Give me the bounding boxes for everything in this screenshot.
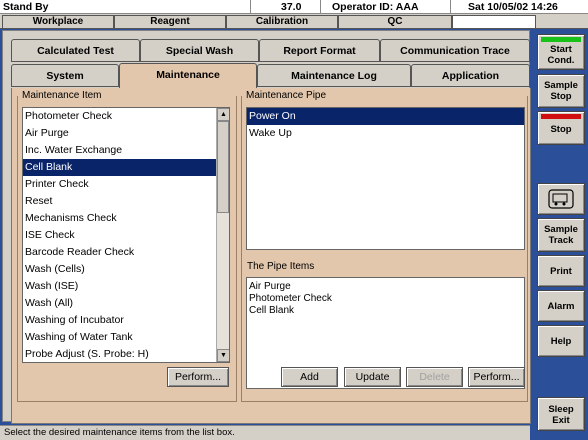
scroll-up-icon[interactable]: ▲ (217, 108, 229, 121)
maintenance-pipe-label: Maintenance Pipe (246, 90, 327, 101)
scroll-thumb[interactable] (217, 121, 229, 213)
maintenance-pipe-list[interactable]: Power On Wake Up (246, 107, 525, 250)
add-button[interactable]: Add (281, 367, 338, 387)
date-time: Sat 10/05/02 14:26 (468, 1, 558, 13)
maintenance-item[interactable]: Air Purge (23, 125, 217, 142)
tab-communication-trace[interactable]: Communication Trace (380, 39, 530, 62)
tab-special-wash[interactable]: Special Wash (140, 39, 259, 62)
maintenance-item[interactable]: Printer Check (23, 176, 217, 193)
utility-panel: Calculated Test Special Wash Report Form… (2, 30, 531, 424)
sample-track-icon-button[interactable] (537, 183, 585, 215)
maintenance-item[interactable]: ISE Check (23, 227, 217, 244)
rack-icon (548, 189, 574, 209)
maintenance-content: Maintenance Item Photometer Check Air Pur… (11, 88, 531, 424)
update-button[interactable]: Update (344, 367, 401, 387)
maintenance-item[interactable]: Wash (Cells) (23, 261, 217, 278)
tab-calculated-test[interactable]: Calculated Test (11, 39, 140, 62)
maintenance-item[interactable]: Cell Blank (23, 159, 217, 176)
help-button[interactable]: Help (537, 325, 585, 357)
pipe-item: Photometer Check (249, 293, 332, 304)
maintenance-item[interactable]: Probe Adjust (S. Probe: H) (23, 346, 217, 362)
top-navigation: Workplace Reagent Calibration QC Utility (0, 14, 588, 29)
operator-id: Operator ID: AAA (332, 1, 419, 13)
system-status: Stand By (3, 1, 49, 13)
stop-button[interactable]: Stop (537, 111, 585, 145)
perform-item-button[interactable]: Perform... (167, 367, 229, 387)
temperature-readout: 37.0 (281, 1, 302, 13)
stop-indicator (541, 114, 581, 119)
status-bar: Stand By 37.0 Operator ID: AAA Sat 10/05… (0, 0, 588, 14)
maintenance-item[interactable]: Wash (All) (23, 295, 217, 312)
perform-pipe-button[interactable]: Perform... (468, 367, 525, 387)
maintenance-item-label: Maintenance Item (22, 90, 102, 101)
scrollbar[interactable]: ▲ ▼ (216, 108, 229, 362)
sleep-exit-button[interactable]: Sleep Exit (537, 397, 585, 431)
maintenance-item[interactable]: Wash (ISE) (23, 278, 217, 295)
maintenance-item[interactable]: Washing of Incubator (23, 312, 217, 329)
maintenance-item[interactable]: Mechanisms Check (23, 210, 217, 227)
pipe-item: Cell Blank (249, 305, 295, 316)
maintenance-item[interactable]: Reset (23, 193, 217, 210)
maintenance-item[interactable]: Inc. Water Exchange (23, 142, 217, 159)
maintenance-item[interactable]: Washing of Water Tank (23, 329, 217, 346)
pipe-list-item[interactable]: Power On (247, 108, 524, 125)
maintenance-item-list[interactable]: Photometer Check Air Purge Inc. Water Exch… (22, 107, 230, 363)
tab-maintenance-log[interactable]: Maintenance Log (257, 64, 411, 87)
pipe-list-item[interactable]: Wake Up (247, 125, 524, 142)
delete-button[interactable]: Delete (406, 367, 463, 387)
pipe-item: Air Purge (249, 281, 291, 292)
alarm-button[interactable]: Alarm (537, 290, 585, 322)
scroll-down-icon[interactable]: ▼ (217, 349, 229, 362)
sample-stop-button[interactable]: Sample Stop (537, 74, 585, 108)
start-cond-button[interactable]: Start Cond. (537, 34, 585, 70)
pipe-items-label: The Pipe Items (247, 261, 315, 272)
tab-maintenance[interactable]: Maintenance (119, 63, 257, 88)
maintenance-item[interactable]: Photometer Check (23, 108, 217, 125)
print-button[interactable]: Print (537, 255, 585, 287)
status-message: Select the desired maintenance items fro… (0, 425, 530, 440)
top-tab-utility[interactable]: Utility (452, 15, 536, 28)
start-indicator (541, 37, 581, 42)
top-tab-calibration[interactable]: Calibration (226, 15, 338, 28)
sample-track-button[interactable]: Sample Track (537, 218, 585, 252)
maintenance-item[interactable]: Barcode Reader Check (23, 244, 217, 261)
top-tab-reagent[interactable]: Reagent (114, 15, 226, 28)
top-tab-workplace[interactable]: Workplace (2, 15, 114, 28)
tab-system[interactable]: System (11, 64, 119, 87)
tab-application[interactable]: Application (411, 64, 530, 87)
tab-report-format[interactable]: Report Format (259, 39, 380, 62)
top-tab-qc[interactable]: QC (338, 15, 452, 28)
